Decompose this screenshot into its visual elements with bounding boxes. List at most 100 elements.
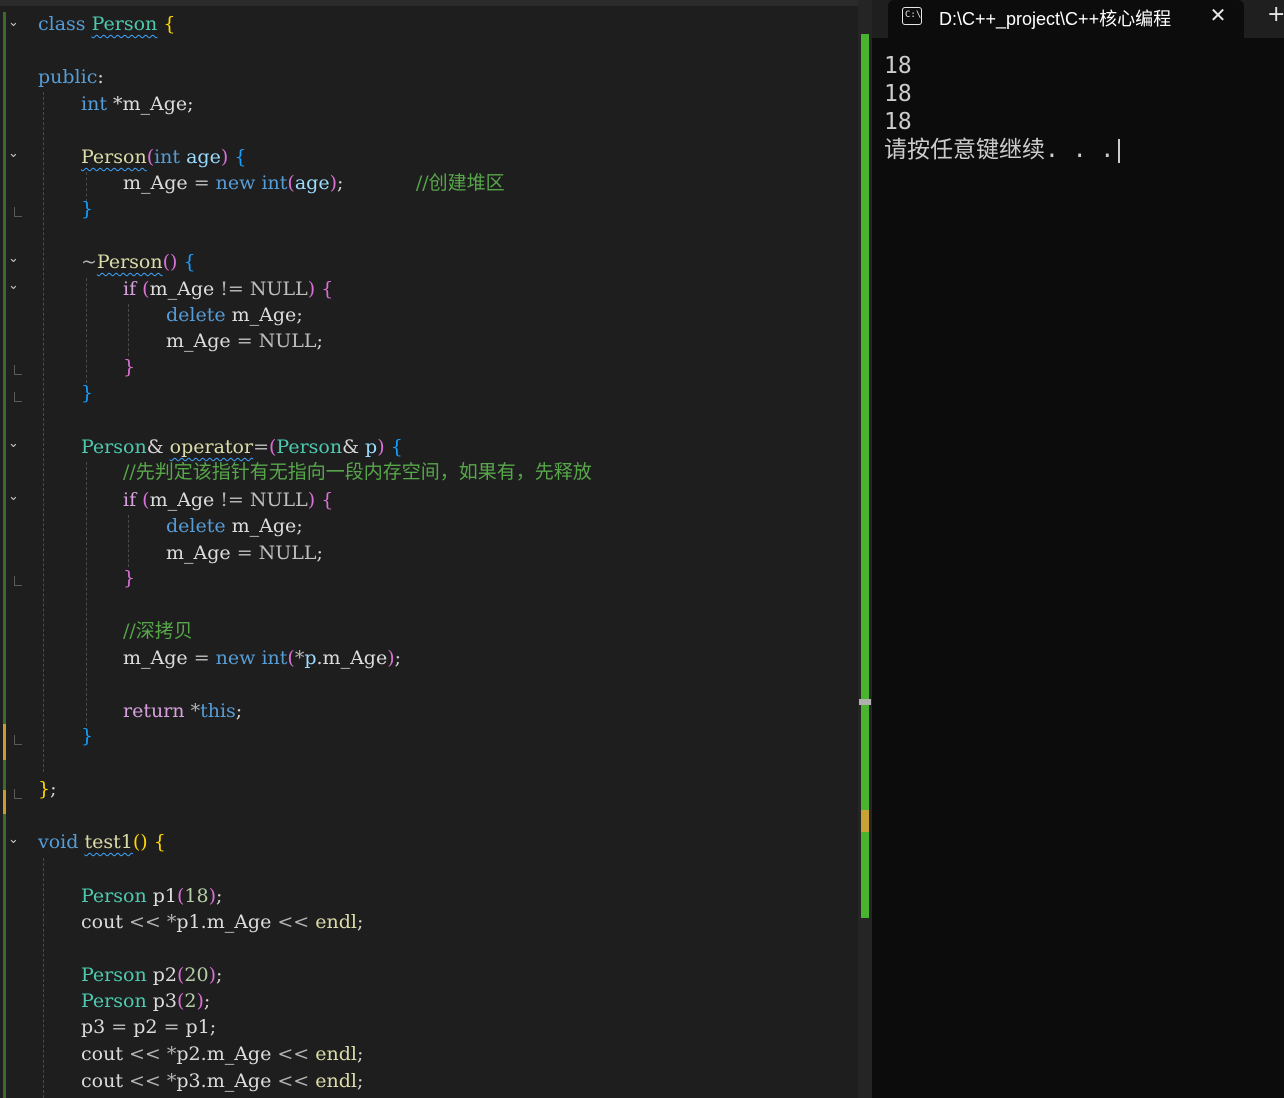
macro: NULL — [258, 542, 317, 564]
output-line: 请按任意键继续. . . — [884, 136, 1121, 164]
code-line[interactable]: Person p3(2); — [81, 988, 210, 1014]
code-line[interactable]: cout << *p3.m_Age << endl; — [81, 1068, 363, 1094]
scrollbar-position-marker[interactable] — [859, 699, 871, 705]
type: Person — [81, 990, 147, 1012]
paren: ) — [208, 885, 217, 907]
function: endl — [315, 1070, 357, 1092]
code-line[interactable]: return *this; — [123, 698, 242, 724]
type: Person — [81, 885, 147, 907]
code-line[interactable]: cout << *p2.m_Age << endl; — [81, 1041, 363, 1067]
paren: ) — [387, 647, 395, 669]
punct: ; — [357, 911, 364, 933]
fold-chevron-icon[interactable]: ⌄ — [8, 16, 22, 30]
code-line[interactable]: Person p2(20); — [81, 962, 222, 988]
operator: * — [166, 911, 177, 933]
comment: //深拷贝 — [123, 620, 193, 642]
output-line: 18 — [884, 109, 912, 135]
variable: p3 — [146, 990, 177, 1012]
code-line[interactable]: if (m_Age != NULL) { — [123, 487, 333, 513]
code-line[interactable]: int *m_Age; — [81, 91, 194, 117]
fold-chevron-icon[interactable]: ⌄ — [8, 437, 22, 451]
macro: NULL — [249, 489, 308, 511]
fold-end-marker — [14, 392, 22, 402]
variable: p2 — [146, 964, 177, 986]
code-line[interactable]: Person p1(18); — [81, 883, 222, 909]
code-line[interactable]: } — [81, 380, 93, 406]
keyword: int — [261, 172, 288, 194]
code-editor[interactable]: ⌄ ⌄ ⌄ ⌄ ⌄ ⌄ ⌄ class Person { public: int… — [0, 0, 872, 1098]
editor-scrollbar[interactable] — [858, 0, 872, 1098]
code-line[interactable]: public: — [38, 64, 104, 90]
code-line[interactable]: cout << *p1.m_Age << endl; — [81, 909, 363, 935]
class-name: Person — [91, 13, 158, 35]
brace: } — [81, 198, 94, 220]
punct: ; — [216, 964, 223, 986]
code-line[interactable]: m_Age = NULL; — [166, 540, 323, 566]
operator: = — [105, 1016, 134, 1038]
operator: ~ — [81, 251, 97, 273]
brace: } — [81, 725, 94, 747]
console-tab[interactable]: C:\ D:\C++_project\C++核心编程 ✕ — [888, 0, 1244, 38]
keyword: int — [261, 647, 288, 669]
code-line[interactable]: Person(int age) { — [81, 144, 246, 170]
close-icon[interactable]: ✕ — [1206, 3, 1230, 27]
change-marker — [3, 724, 6, 760]
brace: { — [163, 13, 176, 35]
code-line[interactable]: } — [81, 723, 93, 749]
operator: != — [214, 278, 250, 300]
console-window[interactable]: C:\ D:\C++_project\C++核心编程 ✕ + 18 18 18 … — [872, 0, 1284, 1098]
variable: cout — [81, 1070, 123, 1092]
code-line[interactable]: m_Age = new int(age); //创建堆区 — [123, 170, 505, 196]
code-line[interactable]: class Person { — [38, 11, 175, 37]
type: Person — [276, 436, 343, 458]
fold-chevron-icon[interactable]: ⌄ — [8, 833, 22, 847]
code-line[interactable]: ~Person() { — [81, 249, 196, 275]
code-line[interactable]: //先判定该指针有无指向一段内存空间，如果有，先释放 — [123, 459, 592, 485]
destructor-name: Person — [96, 251, 163, 273]
code-line[interactable]: delete m_Age; — [166, 513, 303, 539]
indent-guide — [86, 462, 87, 726]
comment: //创建堆区 — [415, 172, 505, 194]
fold-end-marker — [14, 365, 22, 375]
code-line[interactable]: delete m_Age; — [166, 302, 303, 328]
operator: = — [157, 1016, 186, 1038]
keyword: int — [154, 146, 181, 168]
paren: ) — [196, 990, 204, 1012]
code-line[interactable]: //深拷贝 — [123, 618, 193, 644]
punct: ; — [316, 330, 323, 352]
code-line[interactable]: p3 = p2 = p1; — [81, 1014, 216, 1040]
operator: << — [122, 1070, 167, 1092]
member: m_Age — [149, 278, 215, 300]
operator: * — [294, 647, 305, 669]
fold-chevron-icon[interactable]: ⌄ — [8, 279, 22, 293]
keyword: new — [215, 647, 256, 669]
variable: p3 — [81, 1016, 106, 1038]
code-line[interactable]: Person& operator=(Person& p) { — [81, 434, 403, 460]
code-line[interactable]: } — [123, 565, 135, 591]
code-line[interactable]: if (m_Age != NULL) { — [123, 276, 333, 302]
function: endl — [315, 1043, 357, 1065]
brace: } — [123, 356, 136, 378]
fold-chevron-icon[interactable]: ⌄ — [8, 252, 22, 266]
punct: ; — [357, 1043, 364, 1065]
code-line[interactable]: void test1() { — [38, 829, 166, 855]
paren: ( — [287, 647, 295, 669]
code-line[interactable]: m_Age = new int(*p.m_Age); — [123, 645, 401, 671]
variable: cout — [81, 1043, 123, 1065]
punct: ; — [394, 647, 402, 669]
code-line[interactable]: }; — [38, 776, 57, 802]
fold-chevron-icon[interactable]: ⌄ — [8, 490, 22, 504]
fold-chevron-icon[interactable]: ⌄ — [8, 147, 22, 161]
console-titlebar: C:\ D:\C++_project\C++核心编程 ✕ + — [872, 0, 1284, 38]
code-line[interactable]: } — [123, 354, 135, 380]
new-tab-icon[interactable]: + — [1267, 2, 1284, 28]
keyword: return — [123, 700, 185, 722]
type: Person — [81, 964, 147, 986]
code-line[interactable]: m_Age = NULL; — [166, 328, 323, 354]
punct: ; — [296, 515, 303, 537]
indent-guide — [43, 858, 44, 1098]
code-line[interactable]: } — [81, 196, 93, 222]
punct: ; — [296, 304, 303, 326]
member: m_Age — [166, 542, 231, 564]
operator: << — [122, 911, 167, 933]
